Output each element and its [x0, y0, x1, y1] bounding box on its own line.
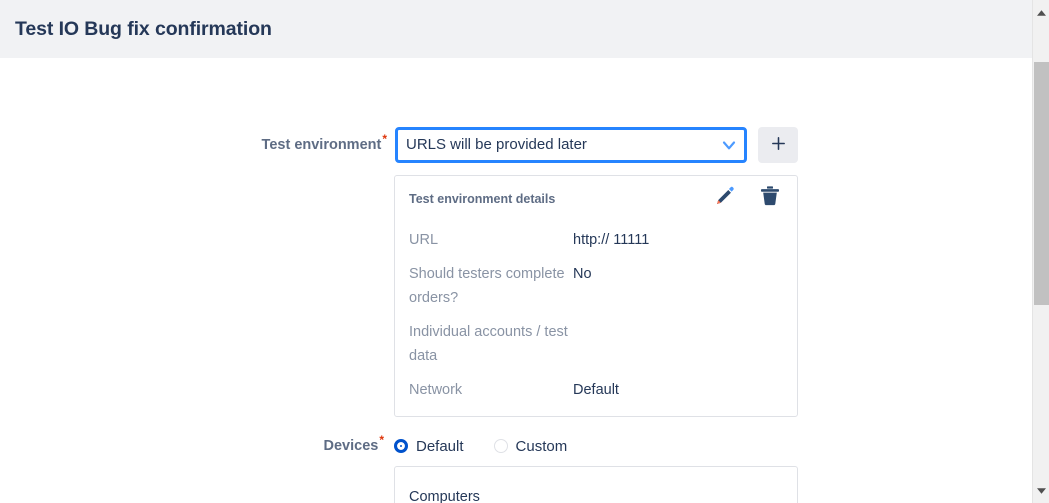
- required-asterisk: *: [382, 132, 387, 147]
- test-environment-selected-value: URLS will be provided later: [406, 136, 587, 153]
- pencil-icon: [714, 185, 736, 210]
- test-environment-label-text: Test environment: [261, 137, 382, 153]
- details-card-header: Test environment details: [395, 186, 797, 218]
- vertical-scrollbar[interactable]: [1032, 0, 1049, 503]
- application-window: Test IO Bug fix confirmation Test enviro…: [0, 0, 1049, 503]
- scrollbar-thumb[interactable]: [1034, 62, 1049, 305]
- test-environment-select[interactable]: URLS will be provided later: [395, 127, 747, 163]
- edit-test-environment-button[interactable]: [714, 185, 736, 210]
- devices-label-text: Devices: [323, 438, 379, 454]
- trash-icon: [758, 184, 782, 211]
- detail-key: Individual accounts / test data: [409, 324, 568, 364]
- device-summary-line: Computers: [409, 489, 480, 503]
- chevron-down-icon[interactable]: [714, 130, 744, 160]
- devices-field-row: Devices* Default Custom: [0, 433, 798, 459]
- plus-icon: [770, 135, 787, 155]
- add-test-environment-button[interactable]: [758, 127, 798, 163]
- devices-summary-panel: Computers Mac OS 10.15.6 and higher Chro…: [394, 466, 798, 503]
- detail-row: URL http:// 11111: [395, 228, 797, 252]
- details-card-title: Test environment details: [409, 192, 556, 206]
- scrollbar-track-below-thumb[interactable]: [1033, 305, 1049, 503]
- detail-value: No: [573, 266, 592, 282]
- detail-key: Network: [409, 382, 463, 398]
- devices-radio-group: Default Custom: [394, 438, 798, 455]
- delete-test-environment-button[interactable]: [758, 184, 782, 211]
- details-card-actions: [714, 184, 782, 211]
- detail-row: Individual accounts / test data: [395, 320, 797, 368]
- test-environment-details-card: Test environment details URL http:// 111…: [394, 175, 798, 417]
- detail-value: http:// 11111: [573, 232, 650, 248]
- detail-row: Network Default: [395, 378, 797, 402]
- radio-label: Default: [416, 437, 464, 455]
- detail-key: URL: [409, 232, 439, 248]
- test-environment-field-row: Test environment* URLS will be provided …: [0, 127, 798, 163]
- devices-label: Devices*: [324, 433, 395, 459]
- test-environment-label: Test environment*: [262, 127, 395, 163]
- radio-option-custom[interactable]: Custom: [493, 437, 568, 455]
- radio-dot-unselected-icon: [493, 439, 508, 453]
- page-title: Test IO Bug fix confirmation: [15, 17, 272, 40]
- detail-value: Default: [573, 382, 619, 398]
- radio-option-default[interactable]: Default: [394, 438, 464, 455]
- scrollbar-track-above-thumb[interactable]: [1033, 0, 1049, 62]
- radio-label: Custom: [515, 437, 568, 455]
- page-header: Test IO Bug fix confirmation: [0, 0, 1032, 58]
- form-body: Test environment* URLS will be provided …: [0, 58, 1032, 503]
- scroll-down-arrow-icon[interactable]: [1033, 482, 1049, 499]
- required-asterisk: *: [379, 433, 384, 448]
- detail-key: Should testers complete orders?: [409, 266, 565, 306]
- detail-row: Should testers complete orders? No: [395, 262, 797, 310]
- radio-dot-selected-icon: [394, 439, 408, 453]
- page-content: Test IO Bug fix confirmation Test enviro…: [0, 0, 1032, 503]
